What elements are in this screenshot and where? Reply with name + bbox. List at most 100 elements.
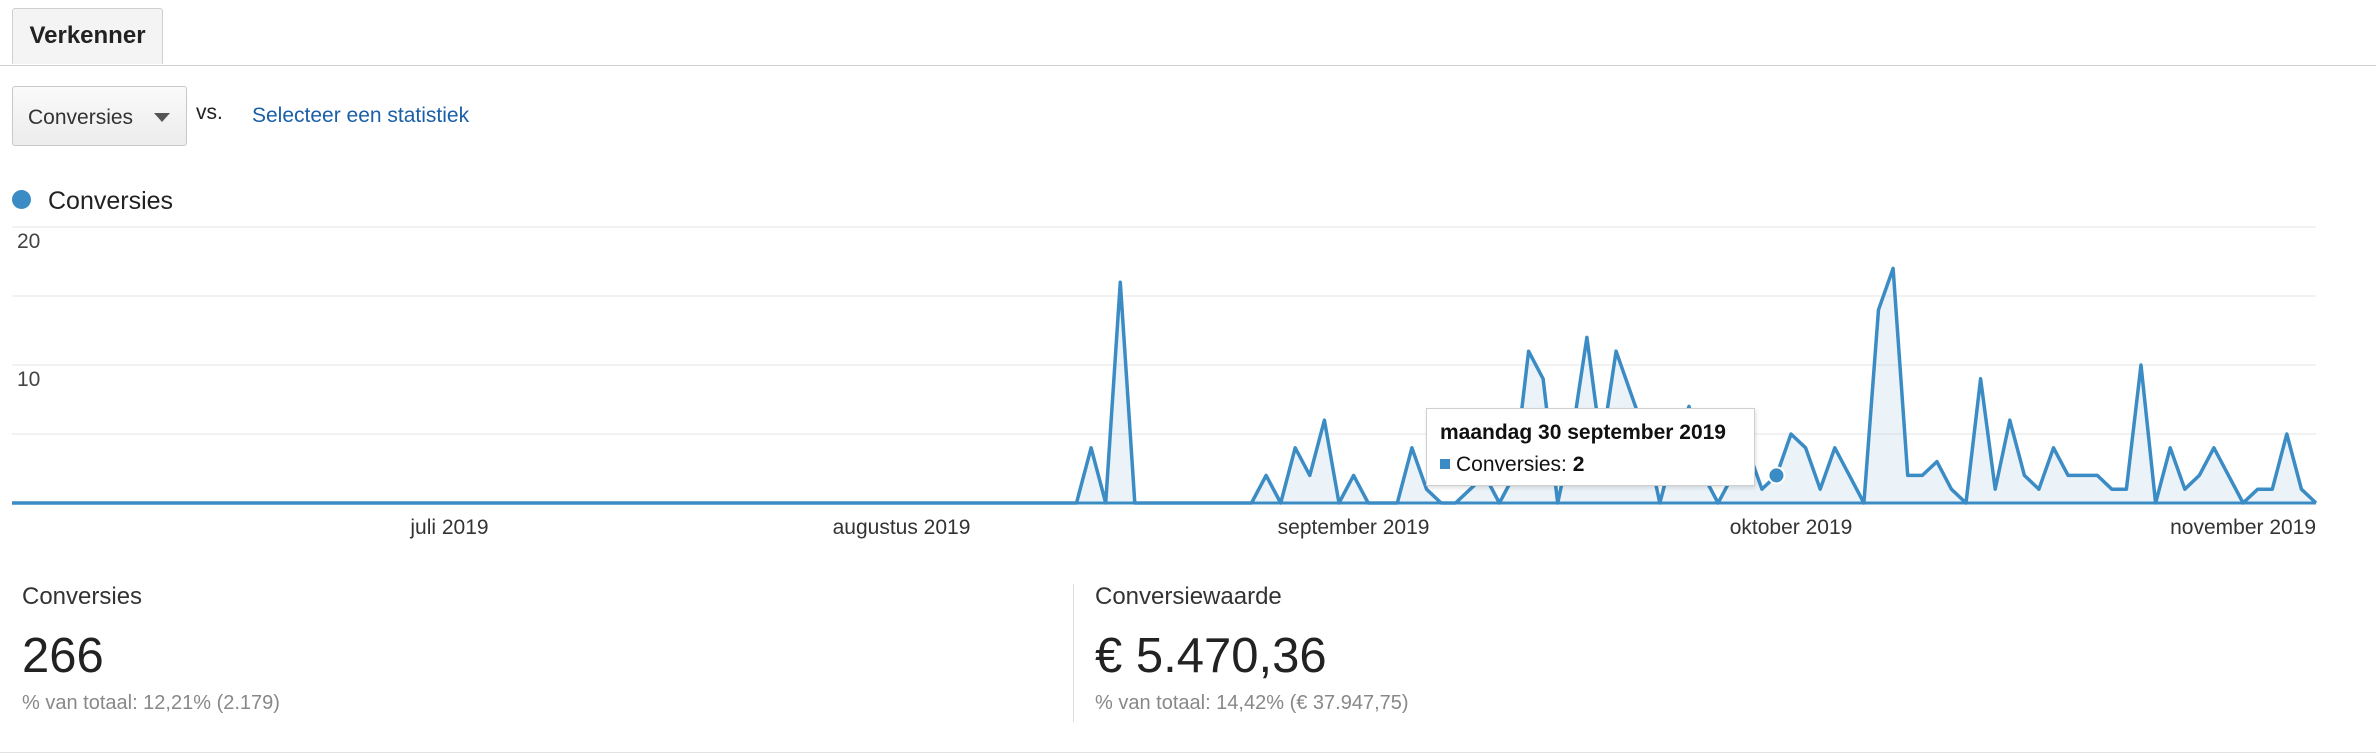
data-point[interactable] <box>1074 500 1080 506</box>
data-point[interactable] <box>1846 472 1852 478</box>
data-point[interactable] <box>651 500 657 506</box>
data-point[interactable] <box>1832 445 1838 451</box>
data-point[interactable] <box>1628 390 1634 396</box>
data-point[interactable] <box>272 500 278 506</box>
data-point[interactable] <box>1409 445 1415 451</box>
data-point[interactable] <box>1205 500 1211 506</box>
data-point[interactable] <box>2036 486 2042 492</box>
data-point[interactable] <box>140 500 146 506</box>
data-point[interactable] <box>899 500 905 506</box>
data-point[interactable] <box>1059 500 1065 506</box>
data-point[interactable] <box>1030 500 1036 506</box>
data-point[interactable] <box>403 500 409 506</box>
data-point[interactable] <box>1161 500 1167 506</box>
data-point[interactable] <box>1438 500 1444 506</box>
data-point[interactable] <box>563 500 569 506</box>
data-point[interactable] <box>301 500 307 506</box>
data-point[interactable] <box>2051 445 2057 451</box>
data-point[interactable] <box>213 500 219 506</box>
data-point[interactable] <box>476 500 482 506</box>
data-point[interactable] <box>1934 459 1940 465</box>
data-point[interactable] <box>782 500 788 506</box>
data-point[interactable] <box>1424 486 1430 492</box>
data-point[interactable] <box>1351 472 1357 478</box>
data-point[interactable] <box>1948 486 1954 492</box>
data-point[interactable] <box>811 500 817 506</box>
data-point[interactable] <box>724 500 730 506</box>
data-point[interactable] <box>388 500 394 506</box>
data-point[interactable] <box>1453 500 1459 506</box>
data-point[interactable] <box>869 500 875 506</box>
data-point[interactable] <box>738 500 744 506</box>
data-point[interactable] <box>126 500 132 506</box>
data-point[interactable] <box>199 500 205 506</box>
data-point[interactable] <box>1336 500 1342 506</box>
data-point[interactable] <box>1088 445 1094 451</box>
data-point[interactable] <box>67 500 73 506</box>
data-point[interactable] <box>1176 500 1182 506</box>
data-point[interactable] <box>1146 500 1152 506</box>
data-point[interactable] <box>242 500 248 506</box>
data-point[interactable] <box>607 500 613 506</box>
data-point[interactable] <box>1540 376 1546 382</box>
data-point[interactable] <box>447 500 453 506</box>
data-point[interactable] <box>1015 500 1021 506</box>
data-point[interactable] <box>1103 500 1109 506</box>
data-point[interactable] <box>1132 500 1138 506</box>
data-point[interactable] <box>2153 500 2159 506</box>
data-point[interactable] <box>753 500 759 506</box>
data-point[interactable] <box>1978 376 1984 382</box>
data-point[interactable] <box>2167 445 2173 451</box>
data-point[interactable] <box>1613 348 1619 354</box>
conversions-line-chart[interactable]: 10 20 juli 2019 augustus 2019 september 201… <box>0 215 2376 555</box>
data-point[interactable] <box>228 500 234 506</box>
data-point[interactable] <box>1788 431 1794 437</box>
data-point[interactable] <box>986 500 992 506</box>
data-point[interactable] <box>884 500 890 506</box>
data-point[interactable] <box>636 500 642 506</box>
data-point[interactable] <box>9 500 15 506</box>
data-point[interactable] <box>1803 445 1809 451</box>
data-point[interactable] <box>767 500 773 506</box>
data-point[interactable] <box>1890 265 1896 271</box>
data-point[interactable] <box>855 500 861 506</box>
data-point[interactable] <box>1905 472 1911 478</box>
data-point[interactable] <box>155 500 161 506</box>
data-point[interactable] <box>374 500 380 506</box>
data-point[interactable] <box>1263 472 1269 478</box>
data-point[interactable] <box>1219 500 1225 506</box>
data-point[interactable] <box>2021 472 2027 478</box>
data-point[interactable] <box>549 500 555 506</box>
data-point[interactable] <box>1278 500 1284 506</box>
data-point[interactable] <box>534 500 540 506</box>
data-point[interactable] <box>315 500 321 506</box>
data-point[interactable] <box>505 500 511 506</box>
data-point[interactable] <box>1321 417 1327 423</box>
data-point[interactable] <box>957 500 963 506</box>
data-point[interactable] <box>2298 486 2304 492</box>
data-point[interactable] <box>578 500 584 506</box>
data-point[interactable] <box>796 500 802 506</box>
data-point[interactable] <box>2226 472 2232 478</box>
data-point[interactable] <box>1365 500 1371 506</box>
data-point[interactable] <box>665 500 671 506</box>
data-point[interactable] <box>2269 486 2275 492</box>
data-point[interactable] <box>1919 472 1925 478</box>
data-point[interactable] <box>1001 500 1007 506</box>
data-point[interactable] <box>1715 500 1721 506</box>
data-point[interactable] <box>1380 500 1386 506</box>
data-point[interactable] <box>24 500 30 506</box>
data-point[interactable] <box>97 500 103 506</box>
data-point[interactable] <box>971 500 977 506</box>
data-point[interactable] <box>1190 500 1196 506</box>
data-point[interactable] <box>519 500 525 506</box>
data-point[interactable] <box>2138 362 2144 368</box>
data-point[interactable] <box>257 500 263 506</box>
data-point[interactable] <box>840 500 846 506</box>
data-point[interactable] <box>1861 500 1867 506</box>
data-point[interactable] <box>82 500 88 506</box>
data-point[interactable] <box>344 500 350 506</box>
data-point[interactable] <box>1526 348 1532 354</box>
data-point[interactable] <box>1234 500 1240 506</box>
data-point[interactable] <box>826 500 832 506</box>
